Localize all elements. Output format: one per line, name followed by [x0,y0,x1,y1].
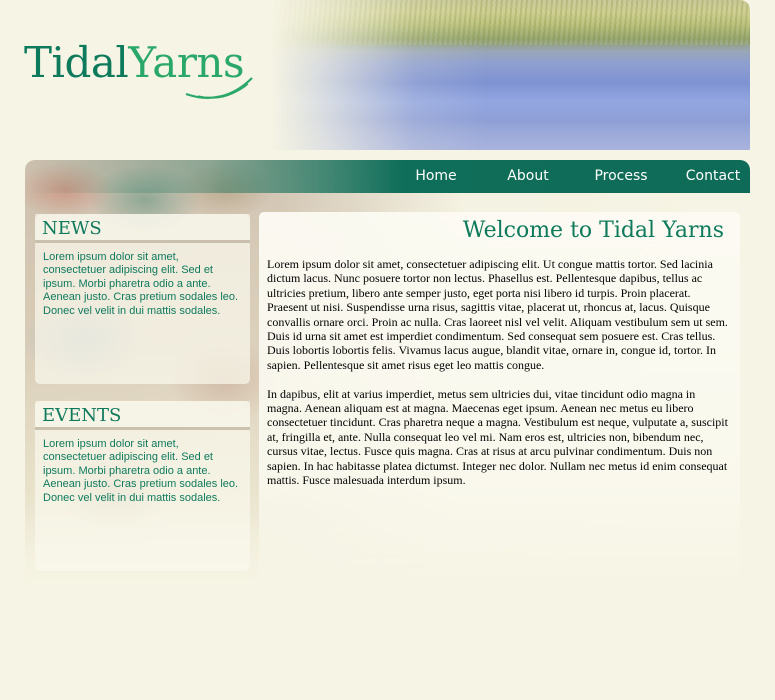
nav-home[interactable]: Home [396,160,476,193]
nav-contact[interactable]: Contact [673,160,753,193]
site-logo[interactable]: TidalYarns [24,42,253,99]
news-box: NEWS Lorem ipsum dolor sit amet, consect… [35,214,250,384]
events-title: EVENTS [35,401,250,430]
main-paragraph-1: Lorem ipsum dolor sit amet, consectetuer… [267,257,728,372]
events-body: Lorem ipsum dolor sit amet, consectetuer… [43,438,239,504]
main-paragraph-2: In dapibus, elit at varius imperdiet, me… [267,386,728,488]
main-text: Lorem ipsum dolor sit amet, consectetuer… [267,257,732,502]
page-title: Welcome to Tidal Yarns [462,218,724,243]
main-content: Welcome to Tidal Yarns Lorem ipsum dolor… [259,212,740,592]
events-box: EVENTS Lorem ipsum dolor sit amet, conse… [35,401,250,571]
header-photo [270,0,750,150]
nav-about[interactable]: About [488,160,568,193]
yarn-swoosh-icon [185,77,253,99]
news-body: Lorem ipsum dolor sit amet, consectetuer… [43,251,239,317]
nav-process[interactable]: Process [581,160,661,193]
news-title: NEWS [35,214,250,243]
main-nav: Home About Process Contact [25,160,750,193]
logo-text-tidal: Tidal [24,38,129,87]
